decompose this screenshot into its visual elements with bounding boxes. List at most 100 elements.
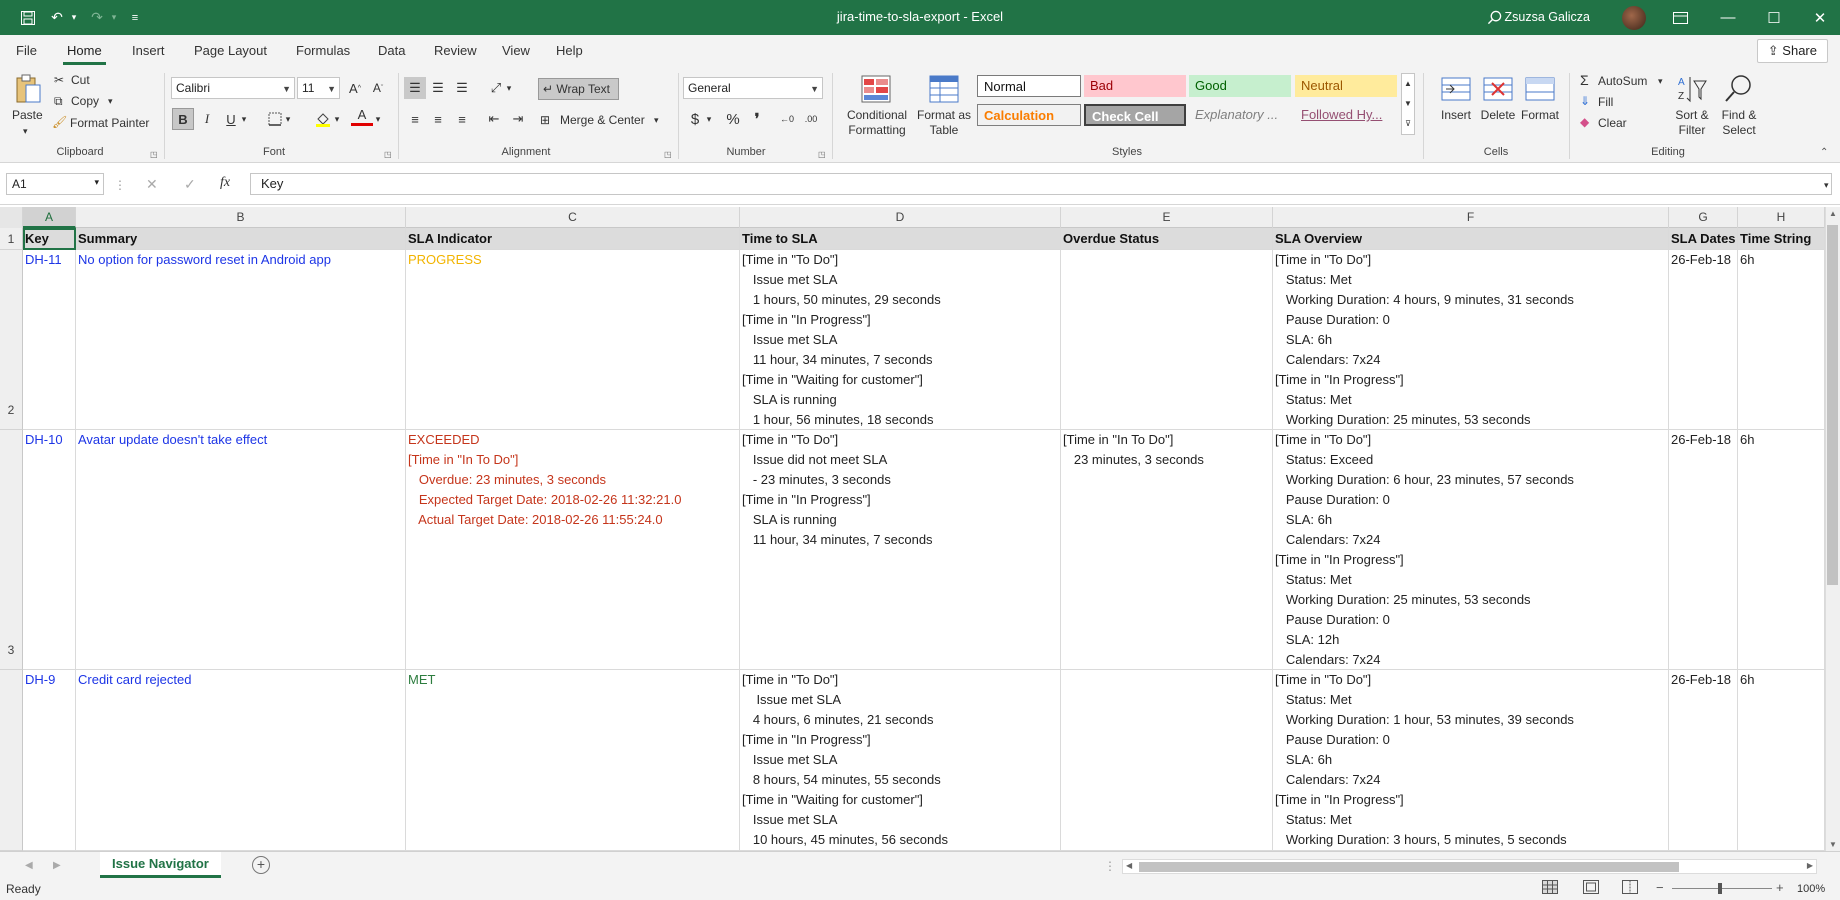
style-neutral[interactable]: Neutral bbox=[1295, 75, 1397, 97]
header-cell-key[interactable]: Key bbox=[23, 228, 76, 250]
format-painter-button[interactable]: Format Painter bbox=[70, 115, 149, 131]
table-cell-time-string[interactable]: 6h bbox=[1738, 250, 1825, 430]
merge-center-button[interactable]: Merge & Center bbox=[560, 112, 645, 128]
sheet-tab-issue-navigator[interactable]: Issue Navigator bbox=[100, 852, 221, 878]
paste-dropdown-icon[interactable]: ▾ bbox=[23, 123, 28, 139]
horizontal-scroll-thumb[interactable] bbox=[1139, 862, 1679, 872]
alignment-launcher-icon[interactable]: ◳ bbox=[664, 147, 672, 163]
increase-font-icon[interactable]: A ^ bbox=[344, 77, 366, 99]
table-cell-sla-dates[interactable]: 26-Feb-18 bbox=[1669, 670, 1738, 851]
cancel-icon[interactable]: ✕ bbox=[146, 176, 158, 192]
redo-dropdown-icon[interactable]: ▾ bbox=[108, 0, 120, 35]
header-cell-sla-dates[interactable]: SLA Dates bbox=[1669, 228, 1738, 250]
column-header-g[interactable]: G bbox=[1669, 207, 1738, 228]
table-cell-time-string[interactable]: 6h bbox=[1738, 670, 1825, 851]
table-cell-key[interactable]: DH-11 bbox=[23, 250, 76, 430]
share-button[interactable]: ⇪ Share bbox=[1756, 39, 1828, 63]
collapse-ribbon-icon[interactable]: ⌃ bbox=[1820, 145, 1828, 161]
enter-icon[interactable]: ✓ bbox=[184, 176, 196, 192]
table-cell-key[interactable]: DH-10 bbox=[23, 430, 76, 670]
undo-icon[interactable]: ↶ bbox=[46, 0, 68, 35]
font-name-select[interactable]: Calibri ▼ bbox=[171, 77, 295, 99]
number-format-select[interactable]: General ▼ bbox=[683, 77, 823, 99]
delete-cells-button[interactable]: Delete bbox=[1476, 107, 1520, 123]
format-as-table-button[interactable]: Format as bbox=[910, 107, 978, 123]
align-center-icon[interactable]: ≡ bbox=[427, 108, 449, 130]
fill-color-dropdown-icon[interactable]: ▾ bbox=[331, 108, 343, 130]
name-box[interactable]: A1 ▾ bbox=[6, 173, 104, 195]
fill-icon[interactable]: ⇓ bbox=[1580, 93, 1590, 109]
select-all-button[interactable] bbox=[0, 207, 23, 228]
maximize-icon[interactable]: ☐ bbox=[1752, 0, 1796, 35]
zoom-level[interactable]: 100% bbox=[1797, 881, 1825, 897]
redo-icon[interactable]: ↷ bbox=[86, 0, 108, 35]
table-cell-time-string[interactable]: 6h bbox=[1738, 430, 1825, 670]
formula-input[interactable]: Key bbox=[250, 173, 1832, 195]
table-cell-summary[interactable]: Credit card rejected bbox=[76, 670, 406, 851]
conditional-formatting-icon[interactable] bbox=[860, 73, 892, 105]
conditional-formatting-button[interactable]: Conditional bbox=[842, 107, 912, 123]
orientation-dropdown-icon[interactable]: ▾ bbox=[503, 77, 515, 99]
column-header-e[interactable]: E bbox=[1061, 207, 1273, 228]
expand-formula-bar-icon[interactable]: ▾ bbox=[1824, 177, 1829, 193]
next-sheet-icon[interactable]: ▶ bbox=[53, 858, 61, 874]
style-calculation[interactable]: Calculation bbox=[977, 104, 1081, 126]
row-header-1[interactable]: 1 bbox=[0, 228, 23, 250]
insert-function-icon[interactable]: fx bbox=[220, 175, 230, 191]
number-launcher-icon[interactable]: ◳ bbox=[818, 147, 826, 163]
percent-icon[interactable]: % bbox=[722, 108, 744, 130]
column-header-c[interactable]: C bbox=[406, 207, 740, 228]
vertical-scrollbar[interactable]: ▲ ▼ bbox=[1825, 207, 1840, 851]
previous-sheet-icon[interactable]: ◀ bbox=[25, 858, 33, 874]
header-cell-overdue-status[interactable]: Overdue Status bbox=[1061, 228, 1273, 250]
scroll-up-icon[interactable]: ▲ bbox=[1829, 209, 1837, 218]
cut-icon[interactable]: ✂ bbox=[54, 72, 64, 88]
table-cell-sla-overview[interactable]: [Time in "To Do"] Status: Exceed Working… bbox=[1273, 430, 1669, 670]
table-cell-time-to-sla[interactable]: [Time in "To Do"] Issue met SLA 1 hours,… bbox=[740, 250, 1061, 430]
increase-indent-icon[interactable]: ⇥ bbox=[507, 108, 529, 130]
split-handle-icon[interactable]: ⋮ bbox=[1104, 858, 1116, 874]
align-middle-icon[interactable]: ☰ bbox=[427, 77, 449, 99]
style-check-cell[interactable]: Check Cell bbox=[1084, 104, 1186, 126]
table-cell-sla-overview[interactable]: [Time in "To Do"] Status: Met Working Du… bbox=[1273, 250, 1669, 430]
header-cell-sla-indicator[interactable]: SLA Indicator bbox=[406, 228, 740, 250]
worksheet-grid[interactable]: A B C D E F G H 1 2 3 Key Summary SLA In… bbox=[0, 207, 1840, 851]
align-bottom-icon[interactable]: ☰ bbox=[451, 77, 473, 99]
tab-view[interactable]: View bbox=[498, 41, 534, 65]
zoom-slider[interactable] bbox=[1672, 888, 1772, 889]
add-sheet-icon[interactable]: + bbox=[252, 856, 270, 874]
align-top-icon[interactable]: ☰ bbox=[404, 77, 426, 99]
page-layout-view-icon[interactable] bbox=[1583, 880, 1599, 898]
tab-help[interactable]: Help bbox=[552, 41, 587, 65]
insert-cells-button[interactable]: Insert bbox=[1436, 107, 1476, 123]
table-cell-overdue-status[interactable] bbox=[1061, 250, 1273, 430]
row-header-3[interactable]: 3 bbox=[0, 430, 23, 670]
font-size-select[interactable]: 11 ▼ bbox=[297, 77, 340, 99]
header-cell-summary[interactable]: Summary bbox=[76, 228, 406, 250]
format-as-table-icon[interactable] bbox=[928, 73, 960, 105]
table-cell-overdue-status[interactable]: [Time in "In To Do"] 23 minutes, 3 secon… bbox=[1061, 430, 1273, 670]
zoom-in-icon[interactable]: + bbox=[1776, 880, 1784, 896]
borders-dropdown-icon[interactable]: ▾ bbox=[282, 108, 294, 130]
table-cell-sla-dates[interactable]: 26-Feb-18 bbox=[1669, 430, 1738, 670]
copy-dropdown-icon[interactable]: ▾ bbox=[108, 93, 113, 109]
zoom-slider-thumb[interactable] bbox=[1718, 883, 1722, 894]
tab-data[interactable]: Data bbox=[374, 41, 409, 65]
user-name[interactable]: Zsuzsa Galicza bbox=[1505, 10, 1590, 24]
tab-file[interactable]: File bbox=[12, 41, 41, 65]
tab-insert[interactable]: Insert bbox=[128, 41, 169, 65]
increase-decimal-icon[interactable]: ←0 bbox=[776, 108, 798, 130]
column-header-a[interactable]: A bbox=[23, 207, 76, 228]
scroll-right-icon[interactable]: ▶ bbox=[1807, 861, 1813, 870]
column-header-b[interactable]: B bbox=[76, 207, 406, 228]
comma-style-icon[interactable]: ❜ bbox=[746, 108, 768, 130]
minimize-icon[interactable]: — bbox=[1706, 0, 1750, 35]
row-header-2[interactable]: 2 bbox=[0, 250, 23, 430]
table-cell-summary[interactable]: No option for password reset in Android … bbox=[76, 250, 406, 430]
autosum-icon[interactable]: Σ bbox=[1580, 72, 1589, 88]
clipboard-launcher-icon[interactable]: ◳ bbox=[150, 147, 158, 163]
ribbon-display-options-icon[interactable] bbox=[1658, 0, 1702, 35]
scroll-left-icon[interactable]: ◀ bbox=[1126, 861, 1132, 870]
underline-dropdown-icon[interactable]: ▾ bbox=[238, 108, 250, 130]
fill-button[interactable]: Fill bbox=[1598, 94, 1613, 110]
